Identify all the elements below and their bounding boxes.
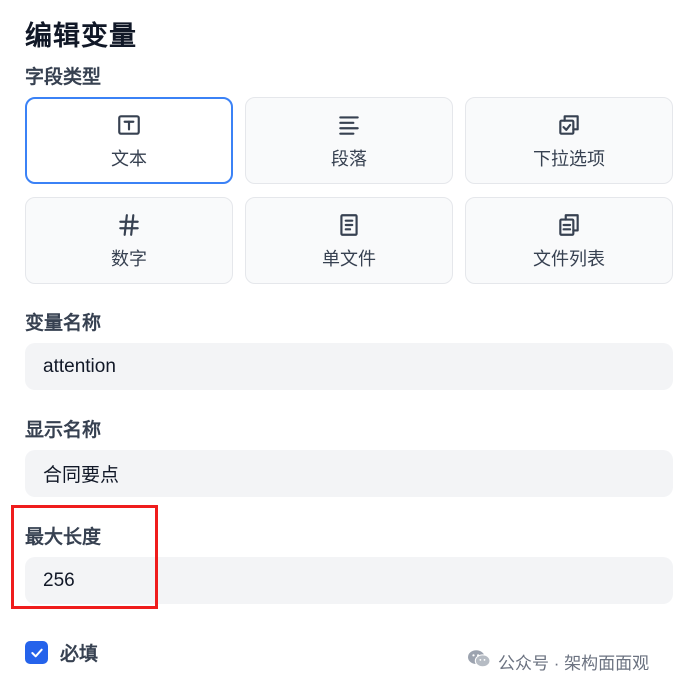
- check-icon: [30, 648, 43, 657]
- file-icon: [335, 211, 363, 239]
- required-label: 必填: [60, 644, 99, 665]
- type-option-file[interactable]: 单文件: [245, 197, 453, 284]
- type-option-label: 文件列表: [533, 248, 605, 269]
- watermark: 公众号 · 架构面面观: [466, 648, 649, 675]
- dropdown-options-icon: [555, 111, 583, 139]
- type-option-paragraph[interactable]: 段落: [245, 97, 453, 184]
- display-name-input[interactable]: 合同要点: [25, 450, 673, 497]
- field-type-grid: 文本 段落 下拉选项 数字 单文件 文件列表: [25, 97, 673, 284]
- dialog-title: 编辑变量: [25, 21, 137, 51]
- type-option-file-list[interactable]: 文件列表: [465, 197, 673, 284]
- type-option-text[interactable]: 文本: [25, 97, 233, 184]
- variable-name-label: 变量名称: [25, 313, 102, 334]
- text-type-icon: [115, 111, 143, 139]
- type-option-dropdown[interactable]: 下拉选项: [465, 97, 673, 184]
- type-option-label: 下拉选项: [533, 148, 605, 169]
- type-option-number[interactable]: 数字: [25, 197, 233, 284]
- watermark-text: 公众号 · 架构面面观: [498, 654, 650, 673]
- highlight-annotation-box: [11, 505, 158, 609]
- type-option-label: 数字: [111, 248, 147, 269]
- type-option-label: 段落: [331, 148, 367, 169]
- variable-name-input[interactable]: attention: [25, 343, 673, 390]
- type-option-label: 单文件: [322, 248, 376, 269]
- required-checkbox-row[interactable]: 必填: [25, 639, 98, 666]
- file-list-icon: [555, 211, 583, 239]
- field-type-label: 字段类型: [25, 67, 102, 88]
- paragraph-icon: [335, 111, 363, 139]
- type-option-label: 文本: [111, 148, 147, 169]
- display-name-label: 显示名称: [25, 420, 102, 441]
- required-checkbox[interactable]: [25, 641, 48, 664]
- wechat-icon: [466, 648, 492, 675]
- hash-icon: [115, 211, 143, 239]
